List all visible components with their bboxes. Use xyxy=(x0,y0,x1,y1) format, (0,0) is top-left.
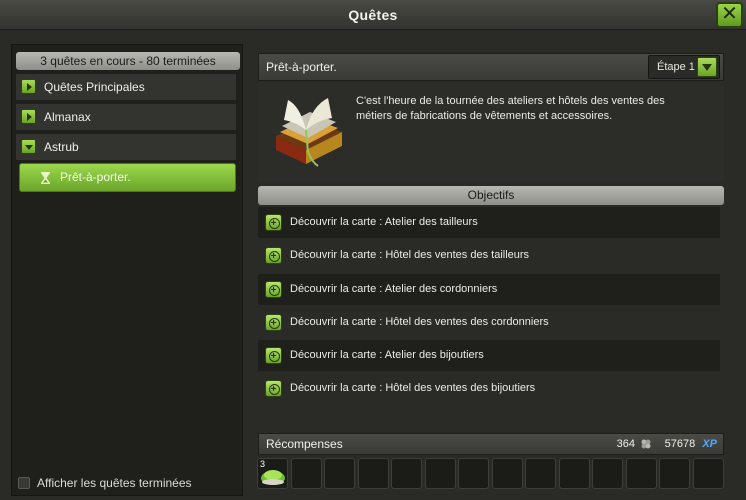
objective-item[interactable]: Découvrir la carte : Hôtel des ventes de… xyxy=(258,373,720,405)
quest-list-panel: 3 quêtes en cours - 80 terminées Quêtes … xyxy=(11,44,243,496)
window-titlebar: Quêtes ✕ xyxy=(0,0,746,30)
book-icon xyxy=(276,98,342,167)
rewards-bar: Récompenses 364 57678 XP xyxy=(258,433,724,455)
category-label: Quêtes Principales xyxy=(44,80,145,94)
reward-item-slots: 3 xyxy=(257,458,725,490)
xp-amount: 57678 xyxy=(664,438,696,450)
reward-slot[interactable] xyxy=(391,458,422,489)
close-button[interactable]: ✕ xyxy=(716,2,743,28)
hourglass-icon xyxy=(41,172,50,184)
reward-slot[interactable] xyxy=(525,458,556,489)
show-finished-checkbox[interactable] xyxy=(18,477,30,489)
chevron-down-icon[interactable] xyxy=(697,57,717,77)
xp-label: XP xyxy=(702,438,717,450)
step-select[interactable]: Étape 1 xyxy=(648,55,720,79)
quest-item-selected[interactable]: Prêt-à-porter. xyxy=(19,163,236,192)
category-astrub[interactable]: Astrub xyxy=(16,134,236,160)
objective-label: Découvrir la carte : Atelier des cordonn… xyxy=(290,283,498,295)
objective-label: Découvrir la carte : Hôtel des ventes de… xyxy=(290,249,530,261)
objective-locate-icon[interactable] xyxy=(265,341,282,372)
objective-locate-icon[interactable] xyxy=(265,241,282,272)
reward-item-quantity: 3 xyxy=(260,459,266,469)
show-finished-label: Afficher les quêtes terminées xyxy=(37,476,192,490)
rewards-label: Récompenses xyxy=(266,437,343,451)
reward-slot[interactable] xyxy=(692,458,724,489)
category-label: Astrub xyxy=(44,140,79,154)
reward-slot[interactable] xyxy=(458,458,489,489)
objectives-header: Objectifs xyxy=(258,186,724,205)
quest-description-area: C'est l'heure de la tournée des ateliers… xyxy=(258,82,724,182)
quest-description: C'est l'heure de la tournée des ateliers… xyxy=(356,95,665,122)
reward-slot[interactable] xyxy=(592,458,623,489)
objective-locate-icon[interactable] xyxy=(265,275,282,306)
show-finished-toggle[interactable]: Afficher les quêtes terminées xyxy=(18,476,192,490)
category-label: Almanax xyxy=(44,110,91,124)
reward-slot[interactable] xyxy=(324,458,355,489)
reward-slot[interactable]: 3 xyxy=(257,458,288,489)
reward-slot[interactable] xyxy=(625,458,657,489)
objective-label: Découvrir la carte : Atelier des bijouti… xyxy=(290,349,484,361)
objective-label: Découvrir la carte : Hôtel des ventes de… xyxy=(290,316,549,328)
objective-label: Découvrir la carte : Hôtel des ventes de… xyxy=(290,382,536,394)
category-almanax[interactable]: Almanax xyxy=(16,104,236,130)
objective-locate-icon[interactable] xyxy=(265,208,282,239)
objective-locate-icon[interactable] xyxy=(265,374,282,405)
objective-item[interactable]: Découvrir la carte : Atelier des tailleu… xyxy=(258,207,720,239)
objective-locate-icon[interactable] xyxy=(265,308,282,339)
objective-item[interactable]: Découvrir la carte : Atelier des cordonn… xyxy=(258,274,720,306)
expand-arrow-icon xyxy=(21,79,36,94)
reward-slot[interactable] xyxy=(491,458,523,489)
kamas-icon xyxy=(641,439,651,449)
kamas-reward: 364 xyxy=(617,434,651,454)
reward-slot[interactable] xyxy=(357,458,389,489)
quest-title: Prêt-à-porter. xyxy=(266,60,337,74)
reward-slot[interactable] xyxy=(424,458,456,489)
reward-slot[interactable] xyxy=(290,458,322,489)
objective-item[interactable]: Découvrir la carte : Hôtel des ventes de… xyxy=(258,240,720,272)
category-main-quests[interactable]: Quêtes Principales xyxy=(16,74,236,100)
objective-item[interactable]: Découvrir la carte : Atelier des bijouti… xyxy=(258,340,720,372)
reward-slot[interactable] xyxy=(558,458,590,489)
objective-item[interactable]: Découvrir la carte : Hôtel des ventes de… xyxy=(258,307,720,339)
expand-arrow-icon xyxy=(21,109,36,124)
window-title: Quêtes xyxy=(348,7,398,23)
reward-slot[interactable] xyxy=(659,458,690,489)
objective-label: Découvrir la carte : Atelier des tailleu… xyxy=(290,216,478,228)
close-icon: ✕ xyxy=(721,3,738,25)
xp-reward: 57678 XP xyxy=(665,434,717,454)
kamas-amount: 364 xyxy=(616,438,635,450)
quest-summary: 3 quêtes en cours - 80 terminées xyxy=(16,52,240,70)
quest-item-label: Prêt-à-porter. xyxy=(60,170,131,184)
step-label: Étape 1 xyxy=(657,61,695,73)
quest-header: Prêt-à-porter. Étape 1 xyxy=(258,53,724,81)
collapse-arrow-icon xyxy=(21,139,36,154)
